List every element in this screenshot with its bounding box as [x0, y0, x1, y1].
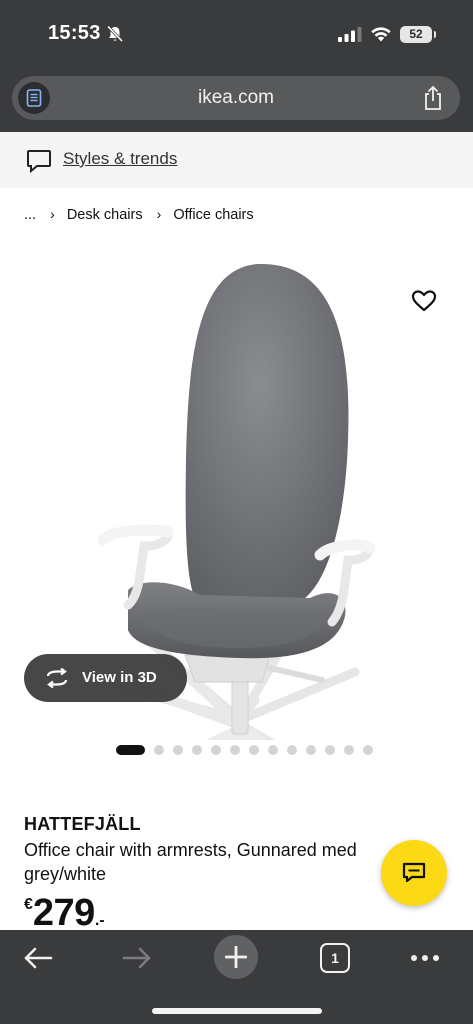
address-bar[interactable]: ikea.com — [12, 76, 460, 120]
gallery-dot[interactable] — [173, 745, 183, 755]
heart-icon[interactable] — [410, 287, 438, 315]
forward-arrow-icon[interactable] — [121, 944, 153, 972]
chat-button[interactable] — [381, 840, 447, 906]
breadcrumb: ... › Desk chairs › Office chairs — [24, 206, 254, 223]
styles-trends-link[interactable]: Styles & trends — [63, 149, 177, 169]
status-time: 15:53 — [48, 22, 101, 44]
gallery-dot[interactable] — [344, 745, 354, 755]
gallery-dot[interactable] — [268, 745, 278, 755]
gallery-dot[interactable] — [363, 745, 373, 755]
url-text: ikea.com — [197, 87, 275, 108]
price-decimals: .- — [94, 912, 105, 929]
share-icon[interactable] — [422, 85, 444, 111]
price-amount: 279 — [32, 892, 95, 930]
bell-muted-icon — [106, 25, 124, 43]
gallery-dot[interactable] — [192, 745, 202, 755]
gallery-dot[interactable] — [230, 745, 240, 755]
chat-icon — [402, 862, 426, 883]
chat-bubble-icon — [27, 150, 51, 173]
rotate-3d-icon — [46, 668, 68, 688]
breadcrumb-separator: › — [156, 206, 162, 222]
back-arrow-icon[interactable] — [22, 944, 54, 972]
browser-toolbar: 1 — [0, 930, 473, 1024]
battery-level: 52 — [409, 27, 423, 41]
price-currency: € — [24, 896, 33, 913]
browser-address-area: ikea.com — [0, 70, 473, 132]
gallery-pagination — [116, 744, 382, 756]
wifi-icon — [371, 27, 391, 42]
product-name: HATTEFJÄLL — [24, 814, 141, 834]
gallery-dot[interactable] — [211, 745, 221, 755]
breadcrumb-separator: › — [50, 206, 55, 222]
web-page: Styles & trends ... › Desk chairs › Offi… — [0, 132, 473, 930]
tab-count: 1 — [331, 950, 339, 966]
home-indicator — [152, 1008, 322, 1014]
product-price: €279.- — [24, 892, 105, 930]
battery-icon: 52 — [400, 26, 436, 43]
view-in-3d-button[interactable]: View in 3D — [24, 654, 187, 702]
view-in-3d-label: View in 3D — [82, 669, 157, 686]
gallery-dot[interactable] — [154, 745, 164, 755]
plus-icon — [225, 946, 247, 968]
gallery-dot[interactable] — [306, 745, 316, 755]
more-icon[interactable] — [410, 954, 440, 962]
gallery-dot[interactable] — [116, 745, 145, 755]
breadcrumb-item-desk-chairs[interactable]: Desk chairs — [67, 207, 143, 223]
new-tab-button[interactable] — [214, 935, 258, 979]
breadcrumb-item-office-chairs[interactable]: Office chairs — [173, 207, 253, 223]
styles-trends-bar: Styles & trends — [0, 132, 473, 188]
product-description-line2: grey/white — [24, 864, 107, 884]
gallery-dot[interactable] — [325, 745, 335, 755]
status-bar: 15:53 52 — [0, 0, 473, 70]
product-description: Office chair with armrests, Gunnared med — [24, 840, 357, 860]
gallery-dot[interactable] — [249, 745, 259, 755]
gallery-dot[interactable] — [287, 745, 297, 755]
signal-icon — [338, 27, 362, 42]
breadcrumb-ellipsis[interactable]: ... — [24, 207, 36, 223]
tabs-icon[interactable]: 1 — [320, 943, 350, 973]
